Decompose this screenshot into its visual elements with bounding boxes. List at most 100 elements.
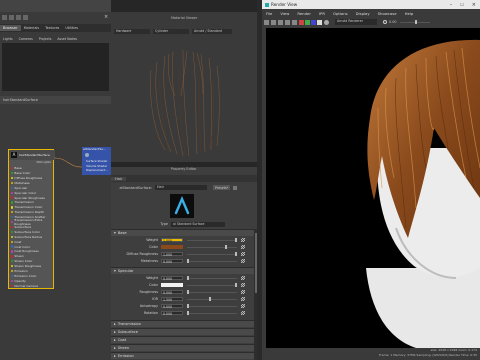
shader-attribute-row[interactable]: Specular [9, 186, 55, 190]
tab-asset-nodes[interactable]: Asset Nodes [54, 37, 80, 41]
section-coat-header[interactable]: ▸ Coat [111, 336, 257, 343]
map-button-icon[interactable] [241, 283, 245, 287]
shader-attribute-row[interactable]: Sheen Roughness [9, 264, 55, 268]
attribute-port-icon[interactable] [10, 279, 13, 283]
shader-attribute-row[interactable]: Specular Roughness [9, 195, 55, 200]
tab-utilities[interactable]: Utilities [62, 25, 81, 31]
specular-roughness-input[interactable]: 0.000 [161, 289, 183, 295]
shader-attribute-row[interactable]: Transmission [9, 200, 55, 204]
attribute-port-icon[interactable] [10, 255, 13, 258]
shader-attribute-row[interactable]: Coat Roughness [9, 249, 55, 253]
slider-knob[interactable] [235, 252, 237, 256]
map-button-icon[interactable] [241, 252, 245, 256]
shader-attribute-row[interactable]: Subsurface [9, 225, 55, 229]
menu-options[interactable]: Options [333, 11, 348, 16]
tab-cameras[interactable]: Cameras [16, 37, 36, 41]
attribute-port-icon[interactable] [10, 269, 13, 273]
rotation-input[interactable]: 0.000 [161, 310, 183, 316]
attribute-port-icon[interactable] [10, 230, 13, 234]
shader-attribute-row[interactable]: Sheen Color [9, 259, 55, 263]
map-button-icon[interactable] [241, 297, 245, 301]
shader-attribute-row[interactable]: Emission Color [9, 274, 55, 278]
menu-render[interactable]: Render [297, 11, 311, 16]
attribute-port-icon[interactable] [10, 284, 13, 287]
attribute-port-icon[interactable] [10, 274, 13, 278]
rgb-icon[interactable] [299, 19, 304, 25]
map-button-icon[interactable] [241, 290, 245, 294]
map-button-icon[interactable] [241, 245, 245, 249]
ior-slider[interactable] [187, 297, 237, 301]
environment-dropdown[interactable]: Arnold / Standard [192, 28, 232, 35]
refresh-icon[interactable] [278, 19, 283, 25]
shader-node[interactable]: A hairStandardSurface Mat Lights Base Bas… [8, 149, 55, 289]
section-emission-header[interactable]: ▸ Emission [111, 352, 257, 359]
slider-knob[interactable] [209, 297, 211, 301]
attribute-port-icon[interactable] [10, 235, 13, 238]
specular-color-swatch[interactable] [161, 282, 183, 288]
renderer-dropdown[interactable]: Hardware [114, 28, 150, 35]
slider-knob[interactable] [187, 290, 189, 294]
specular-roughness-slider[interactable] [187, 290, 237, 294]
tab-lights[interactable]: Lights [0, 37, 16, 41]
attribute-port-icon[interactable] [10, 240, 13, 243]
render-viewport[interactable] [266, 28, 480, 348]
menu-file[interactable]: File [266, 11, 272, 16]
anisotropy-slider[interactable] [187, 304, 237, 308]
specular-weight-input[interactable]: 0.000 [161, 275, 183, 281]
shader-attribute-row[interactable]: Metalness [9, 181, 55, 185]
shader-attribute-row[interactable]: Transmission Depth [9, 210, 55, 214]
attribute-port-icon[interactable] [10, 225, 13, 229]
shader-attribute-row[interactable]: Opacity [9, 279, 55, 283]
base-weight-slider[interactable] [187, 238, 237, 242]
shader-attribute-row[interactable]: Specular Color [9, 191, 55, 195]
attribute-port-icon[interactable] [10, 191, 13, 194]
maximize-icon[interactable]: ☐ [456, 2, 468, 7]
map-button-icon[interactable] [241, 259, 245, 263]
anisotropy-input[interactable]: 0.000 [161, 303, 183, 309]
attribute-port-icon[interactable] [10, 260, 13, 263]
shader-attribute-row[interactable]: Base Color [9, 171, 55, 175]
ior-input[interactable]: 1.500 [161, 296, 183, 302]
menu-showcase[interactable]: Showcase [378, 11, 397, 16]
map-button-icon[interactable] [241, 304, 245, 308]
diffuse-roughness-slider[interactable] [187, 252, 237, 256]
material-name-field[interactable]: Hair [155, 184, 207, 191]
toolbar-icon[interactable] [9, 14, 14, 20]
attribute-port-icon[interactable] [10, 220, 13, 224]
tab-projects[interactable]: Projects [36, 37, 55, 41]
slider-knob[interactable] [187, 276, 189, 280]
shader-attribute-row[interactable]: Subsurface Radius [9, 235, 55, 239]
shading-group-node[interactable]: aiStandardSu... Surface Shader Volume Sh… [82, 147, 111, 175]
base-color-swatch[interactable] [161, 244, 183, 250]
map-button-icon[interactable] [241, 238, 245, 242]
render-icon[interactable] [264, 19, 269, 25]
slider-knob[interactable] [235, 238, 237, 242]
shader-attribute-row[interactable]: Sheen [9, 254, 55, 258]
alpha-icon[interactable] [317, 19, 322, 25]
section-transmission-header[interactable]: ▸ Transmission [111, 320, 257, 327]
specular-color-slider[interactable] [187, 283, 237, 287]
region-icon[interactable] [285, 19, 290, 25]
shader-attribute-row[interactable]: Coat [9, 240, 55, 244]
menu-ipr[interactable]: IPR [319, 11, 325, 16]
presets-button[interactable]: Presets* [213, 185, 231, 190]
snapshot-icon[interactable] [292, 19, 297, 25]
tab-hair[interactable]: Hair [111, 176, 127, 181]
attribute-port-icon[interactable] [10, 171, 13, 175]
base-weight-input[interactable]: 1.000 [161, 237, 183, 243]
toolbar-icon[interactable] [16, 14, 21, 20]
shader-attribute-row[interactable]: Base [9, 166, 55, 170]
shader-attribute-row[interactable]: Transmission Extra Roughness [9, 218, 55, 226]
section-base-header[interactable]: ▾ Base [111, 229, 257, 236]
shader-attribute-row[interactable]: Diffuse Roughness [9, 176, 55, 180]
attribute-port-icon[interactable] [10, 181, 13, 185]
toolbar-icon[interactable] [2, 14, 7, 20]
shader-attribute-row[interactable]: Transmission Color [9, 205, 55, 209]
node-graph[interactable]: A hairStandardSurface Mat Lights Base Bas… [0, 105, 111, 360]
metalness-slider[interactable] [187, 259, 237, 263]
material-icon[interactable] [233, 185, 238, 190]
menu-help[interactable]: Help [405, 11, 414, 16]
shader-attribute-row[interactable]: Normal Camera [9, 284, 55, 288]
diffuse-roughness-input[interactable]: 1.000 [161, 251, 183, 257]
blue-channel-icon[interactable] [311, 19, 316, 25]
